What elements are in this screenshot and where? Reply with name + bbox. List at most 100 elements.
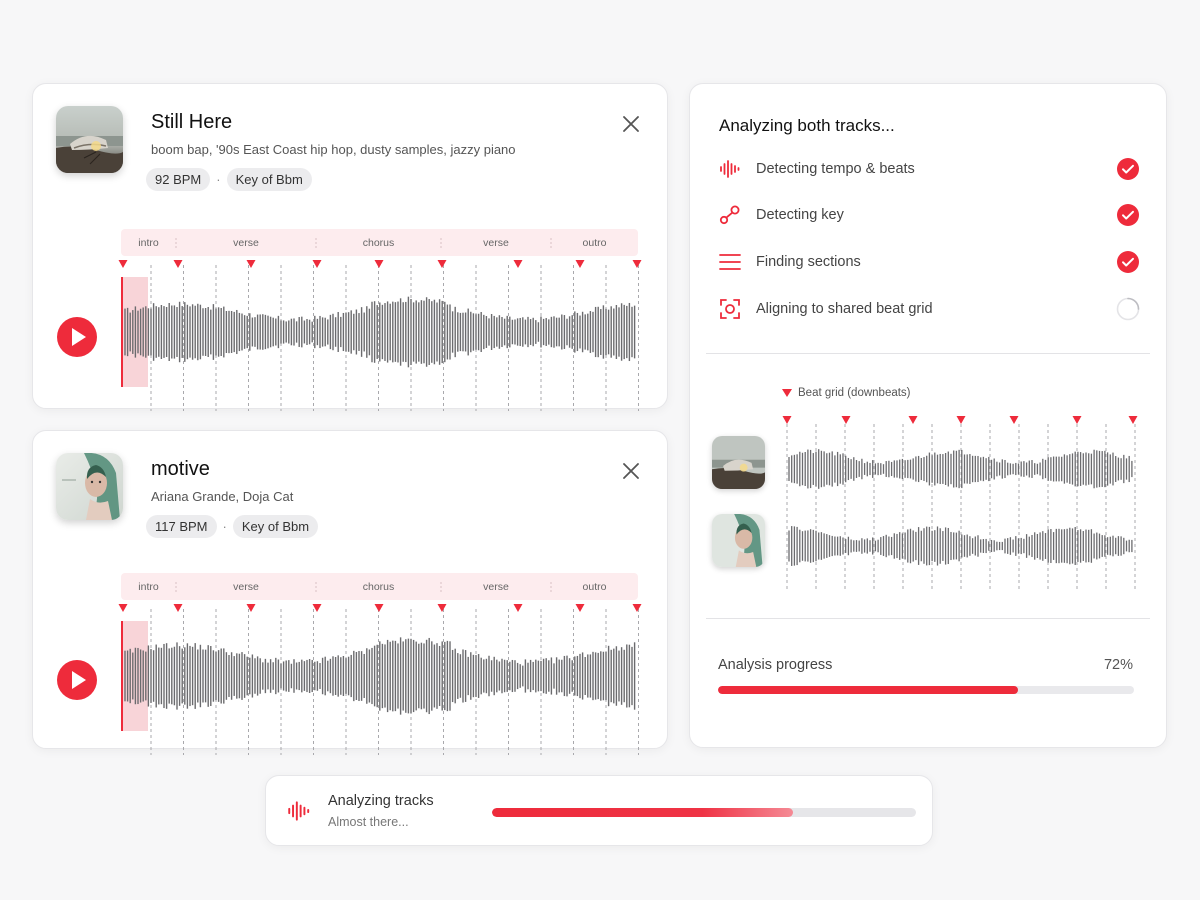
downbeat-marker [632, 604, 642, 612]
downbeat-marker [782, 416, 792, 424]
waveform-icon [718, 157, 742, 181]
section-label-verse: verse [233, 237, 259, 249]
toast-progress-bar [492, 808, 916, 817]
downbeat-marker [513, 260, 523, 268]
downbeat-marker [118, 260, 128, 268]
downbeat-marker [437, 260, 447, 268]
bpm-badge: 117 BPM [146, 515, 217, 538]
track-genre-tags: boom bap, '90s East Coast hip hop, dusty… [151, 142, 516, 157]
step-sections: Finding sections [718, 248, 1140, 276]
section-label-verse: verse [233, 581, 259, 593]
close-button[interactable] [619, 112, 643, 136]
downbeat-marker [1072, 416, 1082, 424]
check-icon [1116, 203, 1140, 227]
toast-title: Analyzing tracks [328, 793, 434, 809]
downbeat-marker [632, 260, 642, 268]
check-icon [1116, 250, 1140, 274]
downbeat-marker [575, 604, 585, 612]
downbeat-marker [374, 260, 384, 268]
close-button[interactable] [619, 459, 643, 483]
beat-grid-label: Beat grid (downbeats) [798, 387, 911, 399]
section-label-verse: verse [483, 237, 509, 249]
step-tempo: Detecting tempo & beats [718, 155, 1140, 183]
downbeat-marker [246, 604, 256, 612]
toast-progress-fill [492, 808, 794, 817]
downbeat-marker [173, 604, 183, 612]
close-icon [623, 463, 639, 479]
track-thumb-still-here [712, 436, 765, 489]
play-button[interactable] [57, 660, 97, 700]
step-label: Detecting tempo & beats [756, 161, 915, 177]
play-icon [72, 671, 86, 689]
track-card-motive: motive Ariana Grande, Doja Cat 117 BPM ·… [32, 430, 668, 755]
track-artists: Ariana Grande, Doja Cat [151, 489, 294, 504]
track-badges: 117 BPM · Key of Bbm [146, 515, 319, 538]
section-label-verse: verse [483, 581, 509, 593]
loading-spinner-icon [1116, 297, 1140, 321]
sections-list-icon [718, 250, 742, 274]
step-label: Aligning to shared beat grid [756, 301, 933, 317]
downbeat-marker [513, 604, 523, 612]
section-label-intro: intro [138, 581, 159, 593]
section-label-chorus: chorus [363, 581, 395, 593]
divider [706, 353, 1150, 354]
downbeat-marker [246, 260, 256, 268]
key-badge: Key of Bbm [232, 515, 319, 538]
downbeat-marker-icon [782, 389, 792, 397]
downbeat-marker [118, 604, 128, 612]
analysis-heading: Analyzing both tracks... [719, 116, 895, 135]
downbeat-marker [956, 416, 966, 424]
badge-separator: · [222, 519, 227, 534]
progress-label: Analysis progress [718, 657, 833, 673]
downbeat-marker [1009, 416, 1019, 424]
play-button[interactable] [57, 317, 97, 357]
album-art [56, 106, 123, 173]
beat-grid-legend: Beat grid (downbeats) [782, 387, 911, 399]
play-icon [72, 328, 86, 346]
progress-percent: 72% [1103, 657, 1133, 673]
align-target-icon [718, 297, 742, 321]
track-badges: 92 BPM · Key of Bbm [146, 168, 312, 191]
section-label-outro: outro [583, 581, 607, 593]
bpm-badge: 92 BPM [146, 168, 211, 191]
key-badge: Key of Bbm [226, 168, 312, 191]
downbeat-marker [437, 604, 447, 612]
downbeat-marker [575, 260, 585, 268]
close-icon [623, 116, 639, 132]
waveform-svg: intro verse chorus verse outro [118, 573, 642, 755]
analysis-progress-fill [718, 686, 1018, 694]
status-toast: Analyzing tracks Almost there... [265, 775, 933, 846]
album-art [56, 453, 123, 520]
track-waveform[interactable]: intro verse chorus verse outro [118, 573, 642, 758]
step-label: Finding sections [756, 254, 861, 270]
waveform-icon [286, 798, 312, 824]
track-waveform[interactable]: intro verse chorus verse outro [118, 229, 642, 414]
track-card-still-here: Still Here boom bap, '90s East Coast hip… [32, 83, 668, 411]
waveform-svg: intro verse chorus verse outro [118, 229, 642, 411]
downbeat-marker [173, 260, 183, 268]
track-title: Still Here [151, 111, 233, 133]
section-label-chorus: chorus [363, 237, 395, 249]
step-label: Detecting key [756, 207, 844, 223]
analysis-panel: Analyzing both tracks... Detecting tempo… [689, 83, 1167, 748]
sneaker-on-shore-art [712, 436, 765, 489]
shared-beat-grid [782, 416, 1138, 590]
section-label-intro: intro [138, 237, 159, 249]
check-icon [1116, 157, 1140, 181]
downbeat-marker [1128, 416, 1138, 424]
track-thumb-motive [712, 514, 765, 567]
sneaker-on-shore-art [56, 106, 123, 173]
section-label-outro: outro [583, 237, 607, 249]
divider [706, 618, 1150, 619]
downbeat-marker [841, 416, 851, 424]
step-align: Aligning to shared beat grid [718, 295, 1140, 323]
step-key: Detecting key [718, 201, 1140, 229]
toast-subtitle: Almost there... [328, 815, 409, 829]
portrait-art [712, 514, 765, 567]
badge-separator: · [216, 172, 221, 187]
portrait-art [56, 453, 123, 520]
downbeat-marker [374, 604, 384, 612]
analysis-progress-bar [718, 686, 1134, 694]
downbeat-marker [908, 416, 918, 424]
key-node-icon [718, 203, 742, 227]
